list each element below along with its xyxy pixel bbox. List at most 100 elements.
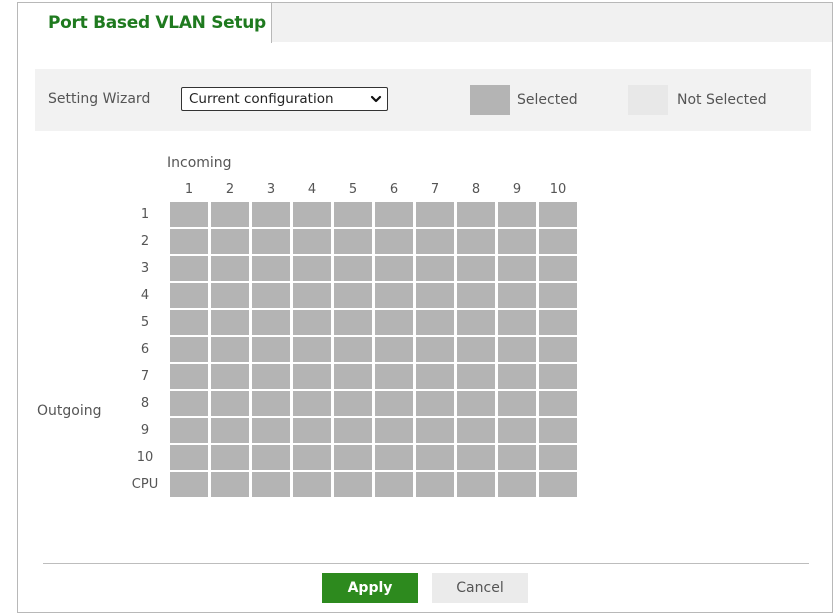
port-cell[interactable]: [457, 472, 495, 497]
port-cell[interactable]: [211, 256, 249, 281]
port-cell[interactable]: [334, 310, 372, 335]
port-cell[interactable]: [457, 310, 495, 335]
port-cell[interactable]: [539, 283, 577, 308]
port-cell[interactable]: [293, 445, 331, 470]
port-cell[interactable]: [539, 391, 577, 416]
port-cell[interactable]: [170, 229, 208, 254]
port-cell[interactable]: [539, 337, 577, 362]
port-cell[interactable]: [170, 364, 208, 389]
port-cell[interactable]: [539, 418, 577, 443]
port-cell[interactable]: [252, 283, 290, 308]
port-cell[interactable]: [375, 256, 413, 281]
port-cell[interactable]: [211, 391, 249, 416]
port-cell[interactable]: [375, 283, 413, 308]
port-cell[interactable]: [498, 418, 536, 443]
port-cell[interactable]: [334, 202, 372, 227]
port-cell[interactable]: [416, 445, 454, 470]
port-cell[interactable]: [498, 310, 536, 335]
port-cell[interactable]: [457, 418, 495, 443]
port-cell[interactable]: [498, 337, 536, 362]
port-cell[interactable]: [293, 391, 331, 416]
port-cell[interactable]: [416, 202, 454, 227]
port-cell[interactable]: [334, 472, 372, 497]
port-cell[interactable]: [416, 418, 454, 443]
port-cell[interactable]: [334, 229, 372, 254]
port-cell[interactable]: [416, 310, 454, 335]
port-cell[interactable]: [498, 202, 536, 227]
port-cell[interactable]: [375, 418, 413, 443]
port-cell[interactable]: [334, 364, 372, 389]
port-cell[interactable]: [457, 391, 495, 416]
port-cell[interactable]: [457, 256, 495, 281]
port-cell[interactable]: [416, 364, 454, 389]
port-cell[interactable]: [293, 418, 331, 443]
port-cell[interactable]: [334, 256, 372, 281]
port-cell[interactable]: [252, 472, 290, 497]
port-cell[interactable]: [539, 445, 577, 470]
port-cell[interactable]: [252, 418, 290, 443]
port-cell[interactable]: [293, 310, 331, 335]
setting-wizard-select[interactable]: Current configuration: [181, 87, 388, 111]
port-cell[interactable]: [375, 337, 413, 362]
port-cell[interactable]: [375, 445, 413, 470]
port-cell[interactable]: [498, 256, 536, 281]
port-cell[interactable]: [170, 418, 208, 443]
port-cell[interactable]: [375, 472, 413, 497]
port-cell[interactable]: [211, 310, 249, 335]
port-cell[interactable]: [375, 229, 413, 254]
port-cell[interactable]: [293, 229, 331, 254]
port-cell[interactable]: [293, 337, 331, 362]
port-cell[interactable]: [211, 337, 249, 362]
port-cell[interactable]: [457, 364, 495, 389]
port-cell[interactable]: [211, 418, 249, 443]
apply-button[interactable]: Apply: [322, 573, 418, 603]
port-cell[interactable]: [375, 310, 413, 335]
port-cell[interactable]: [170, 283, 208, 308]
port-cell[interactable]: [457, 337, 495, 362]
port-cell[interactable]: [416, 229, 454, 254]
port-cell[interactable]: [457, 202, 495, 227]
port-cell[interactable]: [457, 229, 495, 254]
port-cell[interactable]: [498, 445, 536, 470]
port-cell[interactable]: [498, 229, 536, 254]
port-cell[interactable]: [252, 310, 290, 335]
port-cell[interactable]: [416, 283, 454, 308]
port-cell[interactable]: [375, 391, 413, 416]
port-cell[interactable]: [416, 391, 454, 416]
port-cell[interactable]: [539, 229, 577, 254]
port-cell[interactable]: [539, 472, 577, 497]
port-cell[interactable]: [211, 229, 249, 254]
port-cell[interactable]: [457, 283, 495, 308]
port-cell[interactable]: [416, 256, 454, 281]
port-cell[interactable]: [170, 337, 208, 362]
port-cell[interactable]: [293, 202, 331, 227]
port-cell[interactable]: [252, 256, 290, 281]
port-cell[interactable]: [334, 283, 372, 308]
port-cell[interactable]: [498, 283, 536, 308]
port-cell[interactable]: [170, 391, 208, 416]
port-cell[interactable]: [170, 256, 208, 281]
cancel-button[interactable]: Cancel: [432, 573, 528, 603]
port-cell[interactable]: [211, 364, 249, 389]
port-cell[interactable]: [170, 310, 208, 335]
port-cell[interactable]: [252, 391, 290, 416]
port-cell[interactable]: [539, 202, 577, 227]
port-cell[interactable]: [539, 364, 577, 389]
port-cell[interactable]: [539, 310, 577, 335]
port-cell[interactable]: [293, 256, 331, 281]
port-cell[interactable]: [539, 256, 577, 281]
port-cell[interactable]: [293, 472, 331, 497]
port-cell[interactable]: [252, 364, 290, 389]
port-cell[interactable]: [375, 202, 413, 227]
port-cell[interactable]: [211, 445, 249, 470]
port-cell[interactable]: [334, 391, 372, 416]
port-cell[interactable]: [211, 283, 249, 308]
port-cell[interactable]: [334, 445, 372, 470]
port-cell[interactable]: [293, 283, 331, 308]
port-cell[interactable]: [170, 202, 208, 227]
port-cell[interactable]: [170, 445, 208, 470]
port-cell[interactable]: [416, 337, 454, 362]
tab-port-based-vlan-setup[interactable]: Port Based VLAN Setup: [17, 2, 272, 43]
port-cell[interactable]: [170, 472, 208, 497]
port-cell[interactable]: [211, 202, 249, 227]
